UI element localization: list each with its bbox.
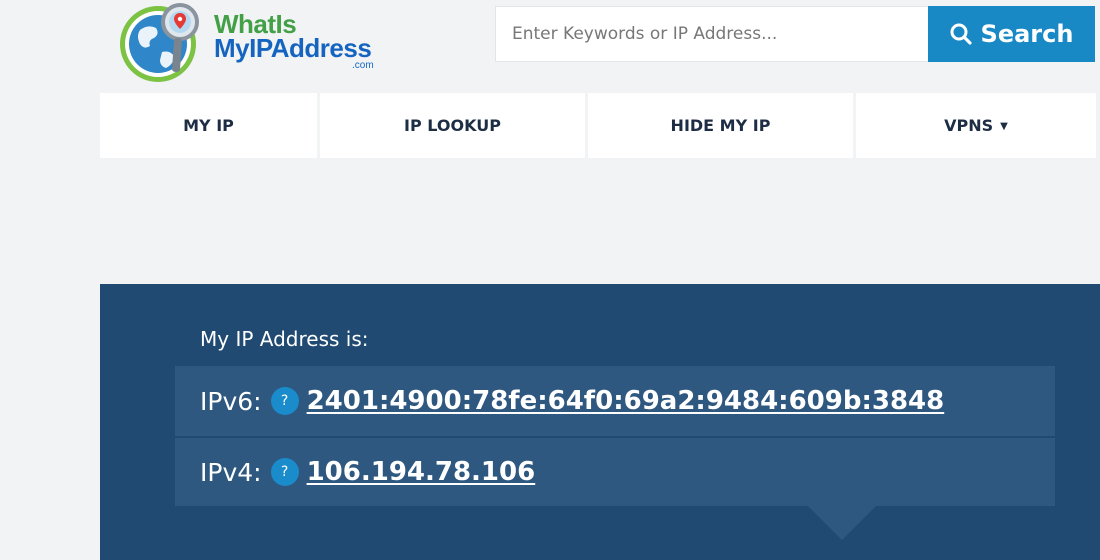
ipv4-row: IPv4: ? 106.194.78.106 bbox=[175, 438, 1055, 506]
nav-item-vpns[interactable]: VPNS ▼ bbox=[856, 93, 1096, 158]
site-logo[interactable]: WhatIs MyIPAddress .com bbox=[118, 0, 388, 86]
main-nav: MY IP IP LOOKUP HIDE MY IP VPNS ▼ bbox=[100, 93, 1100, 158]
search-button-label: Search bbox=[980, 20, 1074, 48]
ipv4-address-link[interactable]: 106.194.78.106 bbox=[307, 457, 536, 487]
search-icon bbox=[950, 23, 972, 45]
nav-item-label: HIDE MY IP bbox=[670, 116, 771, 135]
ipv6-label: IPv6: bbox=[200, 386, 262, 416]
nav-item-label: IP LOOKUP bbox=[404, 116, 501, 135]
logo-line2: MyIPAddress bbox=[214, 33, 372, 63]
ipv4-help-icon[interactable]: ? bbox=[270, 458, 299, 486]
nav-item-ip-lookup[interactable]: IP LOOKUP bbox=[320, 93, 585, 158]
panel-pointer-arrow bbox=[808, 506, 876, 540]
ip-panel-title: My IP Address is: bbox=[200, 327, 369, 351]
search-button[interactable]: Search bbox=[928, 6, 1095, 62]
nav-item-my-ip[interactable]: MY IP bbox=[100, 93, 317, 158]
nav-item-hide-my-ip[interactable]: HIDE MY IP bbox=[588, 93, 853, 158]
ipv4-label: IPv4: bbox=[200, 457, 262, 487]
nav-item-label: VPNS bbox=[944, 116, 994, 135]
ip-address-panel: My IP Address is: IPv6: ? 2401:4900:78fe… bbox=[100, 284, 1100, 560]
nav-item-label: MY IP bbox=[183, 116, 234, 135]
search-box bbox=[495, 6, 928, 62]
logo-suffix: .com bbox=[352, 60, 374, 71]
search-input[interactable] bbox=[496, 7, 928, 61]
caret-down-icon: ▼ bbox=[1000, 121, 1008, 132]
ipv6-help-icon[interactable]: ? bbox=[270, 387, 299, 415]
ipv6-address-link[interactable]: 2401:4900:78fe:64f0:69a2:9484:609b:3848 bbox=[307, 386, 945, 416]
logo-wordmark: WhatIs MyIPAddress bbox=[214, 11, 372, 63]
ipv6-row: IPv6: ? 2401:4900:78fe:64f0:69a2:9484:60… bbox=[175, 366, 1055, 436]
globe-magnifier-icon bbox=[120, 3, 199, 82]
